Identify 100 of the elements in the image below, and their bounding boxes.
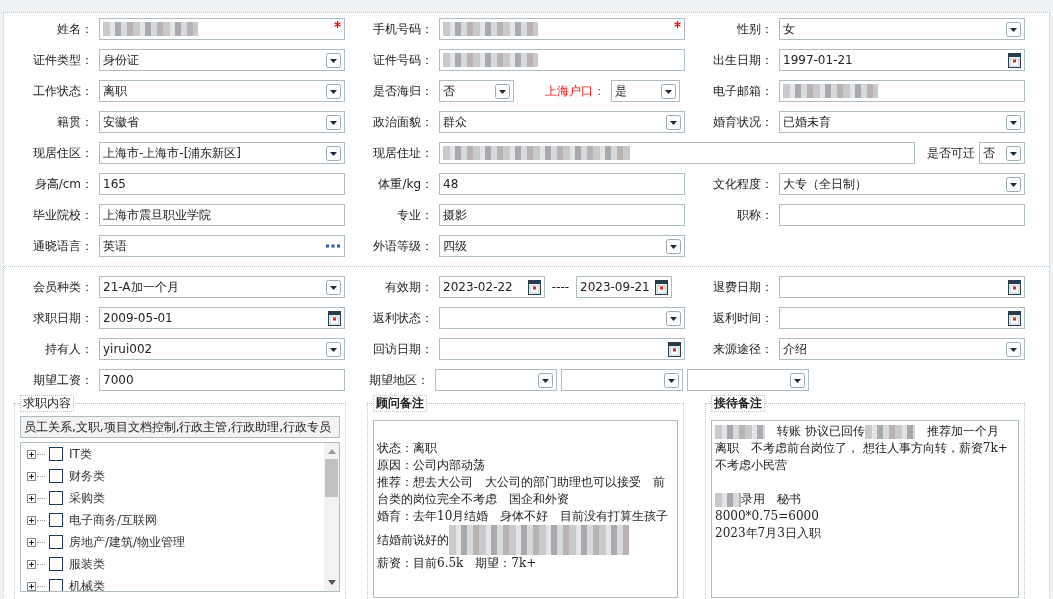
input-field[interactable]: 7000 <box>99 369 345 391</box>
dropdown-icon[interactable] <box>1006 21 1021 37</box>
calendar-icon[interactable] <box>328 310 341 326</box>
dropdown-field[interactable]: 离职 <box>99 80 345 102</box>
expand-icon[interactable] <box>27 559 36 569</box>
checkbox[interactable] <box>49 557 63 571</box>
dropdown-icon[interactable] <box>666 238 681 254</box>
input-field[interactable]: 165 <box>99 173 345 195</box>
dropdown-icon[interactable] <box>326 145 341 161</box>
dropdown-icon[interactable] <box>1006 145 1021 161</box>
tree-item[interactable]: IT类 <box>69 445 92 463</box>
dropdown-field[interactable]: 是 <box>611 80 680 102</box>
date-field[interactable]: 2009-05-01 <box>99 307 345 329</box>
checkbox[interactable] <box>49 491 63 505</box>
checkbox[interactable] <box>49 513 63 527</box>
dropdown-field[interactable] <box>439 307 685 329</box>
dropdown-field[interactable]: 身份证 <box>99 49 345 71</box>
dropdown-icon[interactable] <box>661 83 676 99</box>
date-field[interactable]: 1997-01-21 <box>779 49 1025 71</box>
dropdown-field[interactable]: 女 <box>779 18 1025 40</box>
dropdown-icon[interactable] <box>664 372 679 388</box>
calendar-icon[interactable] <box>655 279 668 295</box>
calendar-icon[interactable] <box>1008 310 1021 326</box>
dropdown-field[interactable] <box>687 369 809 391</box>
date-field[interactable] <box>779 276 1025 298</box>
dropdown-icon[interactable] <box>1006 114 1021 130</box>
field-label: 电子邮箱： <box>712 82 774 100</box>
dropdown-icon[interactable] <box>326 83 341 99</box>
scroll-thumb[interactable] <box>325 459 338 497</box>
note-text: 离职 不考虑前台岗位了， 想往人事方向转，薪资7k+ <box>715 441 1008 455</box>
expand-icon[interactable] <box>27 537 36 547</box>
tree-item[interactable]: 服装类 <box>69 555 105 573</box>
scroll-down-icon[interactable] <box>327 580 336 585</box>
expand-icon[interactable] <box>27 449 36 459</box>
required-icon <box>334 21 341 28</box>
checkbox[interactable] <box>49 447 63 461</box>
dropdown-icon[interactable] <box>538 372 553 388</box>
date-field[interactable]: 2023-02-22 <box>439 276 545 298</box>
input-field[interactable]: 摄影 <box>439 204 685 226</box>
calendar-icon[interactable] <box>1008 52 1021 68</box>
dropdown-field[interactable]: 21-A加一个月 <box>99 276 345 298</box>
expand-icon[interactable] <box>27 493 36 503</box>
tree-item[interactable]: 房地产/建筑/物业管理 <box>69 533 186 551</box>
note-text: 结婚前说好的 <box>377 532 449 547</box>
input-field[interactable] <box>439 49 685 71</box>
dropdown-field[interactable]: 上海市-上海市-[浦东新区] <box>99 142 345 164</box>
checkbox[interactable] <box>49 535 63 549</box>
field-value: 离职 <box>103 82 127 100</box>
lookup-field[interactable]: 英语 <box>99 235 345 257</box>
expand-icon[interactable] <box>27 471 36 481</box>
expand-icon[interactable] <box>27 515 36 525</box>
tree-item[interactable]: 电子商务/互联网 <box>69 511 158 529</box>
dropdown-field[interactable]: 群众 <box>439 111 685 133</box>
dropdown-field[interactable]: 已婚未育 <box>779 111 1025 133</box>
input-field[interactable] <box>439 142 915 164</box>
scroll-up-icon[interactable] <box>327 449 336 454</box>
dropdown-field[interactable] <box>561 369 683 391</box>
field-label: 毕业院校： <box>32 206 94 224</box>
dropdown-icon[interactable] <box>666 310 681 326</box>
dropdown-field[interactable]: 介绍 <box>779 338 1025 360</box>
dropdown-icon[interactable] <box>495 83 510 99</box>
more-icon[interactable] <box>325 244 341 248</box>
input-field[interactable]: 48 <box>439 173 685 195</box>
dropdown-field[interactable]: 否 <box>439 80 514 102</box>
input-field[interactable] <box>779 204 1025 226</box>
calendar-icon[interactable] <box>528 279 541 295</box>
input-field[interactable]: 员工关系,文职,项目文档控制,行政主管,行政助理,行政专员 <box>20 416 340 438</box>
dropdown-field[interactable]: 四级 <box>439 235 685 257</box>
dropdown-field[interactable]: 安徽省 <box>99 111 345 133</box>
checkbox[interactable] <box>49 469 63 483</box>
dropdown-field[interactable]: yirui002 <box>99 338 345 360</box>
tree-item[interactable]: 财务类 <box>69 467 105 485</box>
dropdown-icon[interactable] <box>326 279 341 295</box>
dropdown-icon[interactable] <box>1006 176 1021 192</box>
calendar-icon[interactable] <box>668 341 681 357</box>
text-area[interactable]: 状态：离职 原因：公司内部动荡 推荐：想去大公司 大公司的部门助理也可以接受 前台类的岗位完全不考虑 国企和外资 婚育：去年10月结婚 身体不好 目前没有打算生孩子 结婚前说好的 薪资：目前6.5k 期望：7k+ <box>373 420 678 598</box>
expand-icon[interactable] <box>27 581 36 591</box>
dropdown-icon[interactable] <box>326 114 341 130</box>
scrollbar[interactable] <box>324 443 339 591</box>
checkbox[interactable] <box>49 579 63 591</box>
tree-item[interactable]: 机械类 <box>69 577 105 591</box>
dropdown-icon[interactable] <box>666 114 681 130</box>
dropdown-field[interactable] <box>435 369 557 391</box>
dropdown-icon[interactable] <box>326 52 341 68</box>
date-field[interactable] <box>779 307 1025 329</box>
date-field[interactable]: 2023-09-21 <box>576 276 672 298</box>
input-field[interactable] <box>439 18 685 40</box>
calendar-icon[interactable] <box>1008 279 1021 295</box>
dropdown-icon[interactable] <box>790 372 805 388</box>
dropdown-field[interactable]: 大专（全日制） <box>779 173 1025 195</box>
tree-item[interactable]: 采购类 <box>69 489 105 507</box>
input-field[interactable] <box>779 80 1025 102</box>
input-field[interactable] <box>99 18 345 40</box>
dropdown-icon[interactable] <box>326 341 341 357</box>
date-field[interactable] <box>439 338 685 360</box>
input-field[interactable]: 上海市震旦职业学院 <box>99 204 345 226</box>
dropdown-icon[interactable] <box>1006 341 1021 357</box>
note-text: 婚育：去年10月结婚 身体不好 目前没有打算生孩子 <box>377 509 669 523</box>
text-area[interactable]: 转账 协议已回传 推荐加一个月 离职 不考虑前台岗位了， 想往人事方向转，薪资7k+ 不考虑小民营 录用 秘书 8000*0.75=6000 2023年7月3日入职 <box>711 420 1019 598</box>
dropdown-field[interactable]: 否 <box>979 142 1025 164</box>
